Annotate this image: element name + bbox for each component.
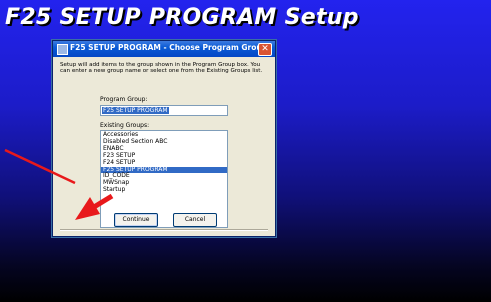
- arrow-head: [75, 197, 100, 220]
- arrow-shaft: [92, 193, 114, 210]
- red-arrow-annotation: [4, 148, 114, 220]
- arrow-line-1: [4, 148, 76, 185]
